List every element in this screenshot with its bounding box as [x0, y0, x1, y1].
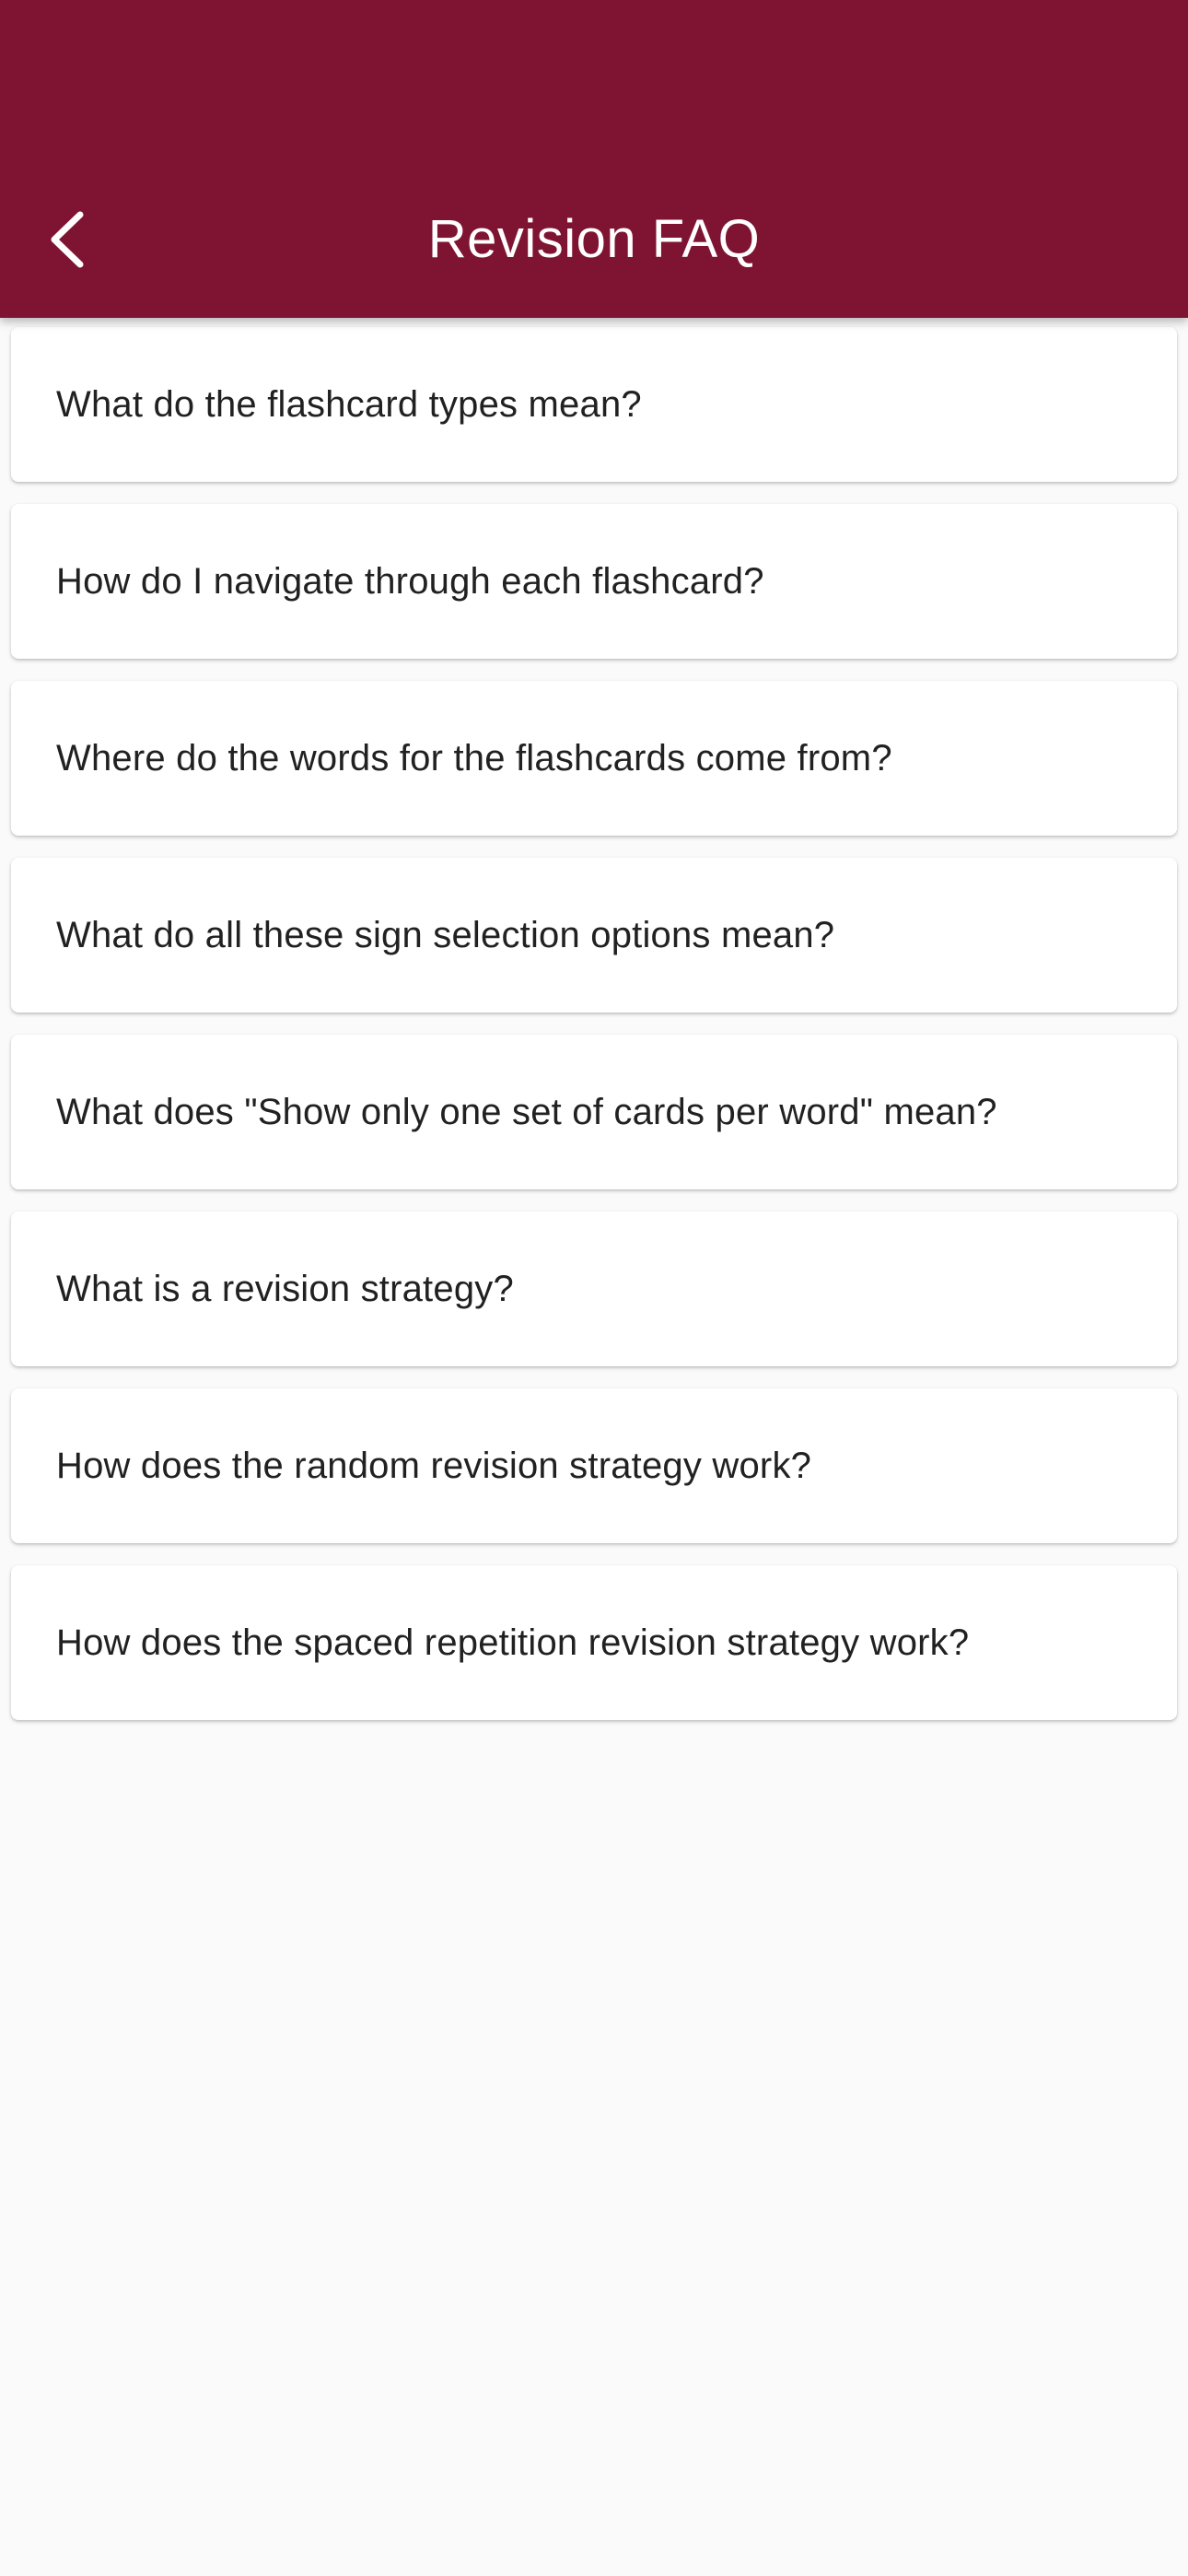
- faq-item-revision-strategy[interactable]: What is a revision strategy?: [11, 1212, 1177, 1366]
- faq-question: What does "Show only one set of cards pe…: [56, 1091, 997, 1132]
- faq-item-one-set-per-word[interactable]: What does "Show only one set of cards pe…: [11, 1035, 1177, 1189]
- faq-item-spaced-repetition-strategy[interactable]: How does the spaced repetition revision …: [11, 1565, 1177, 1720]
- faq-list: What do the flashcard types mean? How do…: [11, 327, 1177, 1742]
- faq-question: Where do the words for the flashcards co…: [56, 737, 892, 779]
- faq-item-navigate-flashcards[interactable]: How do I navigate through each flashcard…: [11, 504, 1177, 659]
- faq-question: How does the random revision strategy wo…: [56, 1445, 812, 1486]
- app-bar: Revision FAQ: [0, 0, 1188, 318]
- faq-item-sign-selection-options[interactable]: What do all these sign selection options…: [11, 858, 1177, 1013]
- faq-item-flashcard-types[interactable]: What do the flashcard types mean?: [11, 327, 1177, 482]
- page-title: Revision FAQ: [427, 209, 761, 269]
- faq-question: What do all these sign selection options…: [56, 914, 835, 955]
- faq-question: What do the flashcard types mean?: [56, 383, 642, 425]
- faq-question: How do I navigate through each flashcard…: [56, 560, 764, 602]
- faq-item-random-strategy[interactable]: How does the random revision strategy wo…: [11, 1388, 1177, 1543]
- faq-question: How does the spaced repetition revision …: [56, 1622, 970, 1663]
- faq-item-word-source[interactable]: Where do the words for the flashcards co…: [11, 681, 1177, 836]
- faq-question: What is a revision strategy?: [56, 1268, 514, 1309]
